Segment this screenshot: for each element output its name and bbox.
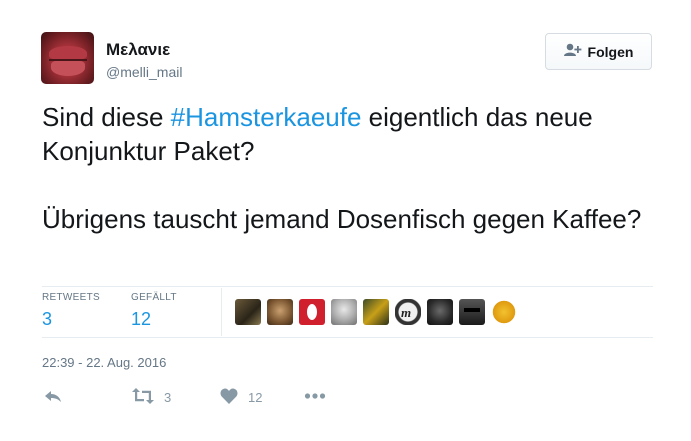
liker-avatar[interactable] [427, 299, 453, 325]
retweets-label: RETWEETS [42, 292, 100, 303]
likes-count: 12 [131, 309, 152, 329]
liker-avatar[interactable] [363, 299, 389, 325]
liker-avatar[interactable] [235, 299, 261, 325]
follow-button[interactable]: Folgen [545, 33, 652, 70]
liker-avatar[interactable]: m [395, 299, 421, 325]
liker-avatar[interactable] [299, 299, 325, 325]
like-action-count: 12 [248, 390, 263, 405]
follow-button-label: Folgen [587, 43, 634, 60]
more-button[interactable] [304, 388, 326, 407]
like-button[interactable]: 12 [220, 388, 262, 407]
retweets-stat[interactable]: RETWEETS 3 [42, 292, 100, 330]
liker-avatar[interactable] [491, 299, 517, 325]
tweet-text: Sind diese #Hamsterkaeufe eigentlich das… [42, 100, 662, 236]
likes-label: GEFÄLLT [131, 292, 177, 303]
retweet-button[interactable]: 3 [132, 388, 171, 407]
likes-stat[interactable]: GEFÄLLT 12 [131, 292, 177, 330]
retweet-icon [132, 388, 154, 407]
reply-icon [44, 388, 62, 407]
liker-avatar[interactable] [267, 299, 293, 325]
divider-top [42, 286, 653, 287]
user-handle[interactable]: @melli_mail [106, 64, 182, 80]
stats-separator [221, 288, 222, 336]
retweets-count: 3 [42, 309, 53, 329]
retweet-action-count: 3 [164, 390, 172, 405]
liker-avatars: m [235, 299, 517, 325]
more-icon [304, 388, 326, 407]
tweet-timestamp[interactable]: 22:39 - 22. Aug. 2016 [42, 355, 166, 370]
reply-button[interactable] [44, 388, 62, 407]
liker-avatar[interactable] [459, 299, 485, 325]
display-name[interactable]: Μελανιε [106, 40, 170, 60]
hashtag-link[interactable]: #Hamsterkaeufe [171, 102, 362, 132]
divider-bottom [42, 337, 653, 338]
heart-icon [220, 388, 238, 407]
avatar[interactable] [41, 32, 94, 84]
liker-avatar[interactable] [331, 299, 357, 325]
tweet-paragraph-1: Sind diese #Hamsterkaeufe eigentlich das… [42, 102, 593, 166]
follow-user-icon [563, 43, 582, 60]
tweet-paragraph-2: Übrigens tauscht jemand Dosenfisch gegen… [42, 204, 642, 234]
